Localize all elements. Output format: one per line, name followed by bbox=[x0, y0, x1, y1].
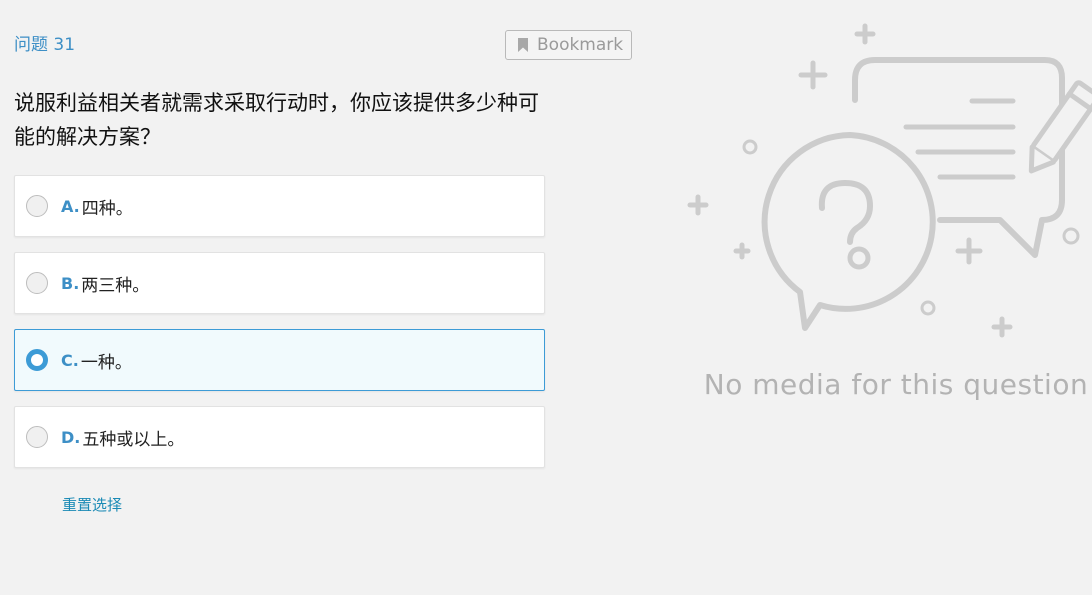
bookmark-label: Bookmark bbox=[537, 35, 624, 55]
option-d[interactable]: D. 五种或以上。 bbox=[14, 406, 545, 468]
question-text: 说服利益相关者就需求采取行动时，你应该提供多少种可能的解决方案？ bbox=[14, 91, 539, 149]
option-b[interactable]: B. 两三种。 bbox=[14, 252, 545, 314]
option-d-text: 五种或以上。 bbox=[82, 429, 185, 450]
option-a[interactable]: A. 四种。 bbox=[14, 175, 545, 237]
bookmark-icon bbox=[517, 37, 529, 53]
option-c-text: 一种。 bbox=[80, 352, 132, 373]
option-a-text: 四种。 bbox=[81, 198, 133, 219]
bookmark-button[interactable]: Bookmark bbox=[505, 30, 632, 60]
option-b-text: 两三种。 bbox=[81, 275, 150, 296]
option-b-letter: B. bbox=[61, 273, 80, 293]
question-chat-illustration bbox=[680, 20, 1092, 340]
question-number: 问题 31 bbox=[14, 35, 76, 55]
no-media-message: No media for this question bbox=[703, 368, 1089, 401]
option-b-radio[interactable] bbox=[26, 272, 48, 294]
option-a-radio[interactable] bbox=[26, 195, 48, 217]
option-c[interactable]: C. 一种。 bbox=[14, 329, 545, 391]
option-d-radio[interactable] bbox=[26, 426, 48, 448]
option-c-letter: C. bbox=[61, 350, 79, 370]
quiz-page: 问题 31 Bookmark 说服利益相关者就需求采取行动时，你应该提供多少种可… bbox=[0, 0, 1092, 595]
option-c-radio[interactable] bbox=[26, 349, 48, 371]
option-a-letter: A. bbox=[61, 196, 80, 216]
option-d-letter: D. bbox=[61, 427, 81, 447]
reset-selection-link[interactable]: 重置选择 bbox=[62, 494, 122, 515]
